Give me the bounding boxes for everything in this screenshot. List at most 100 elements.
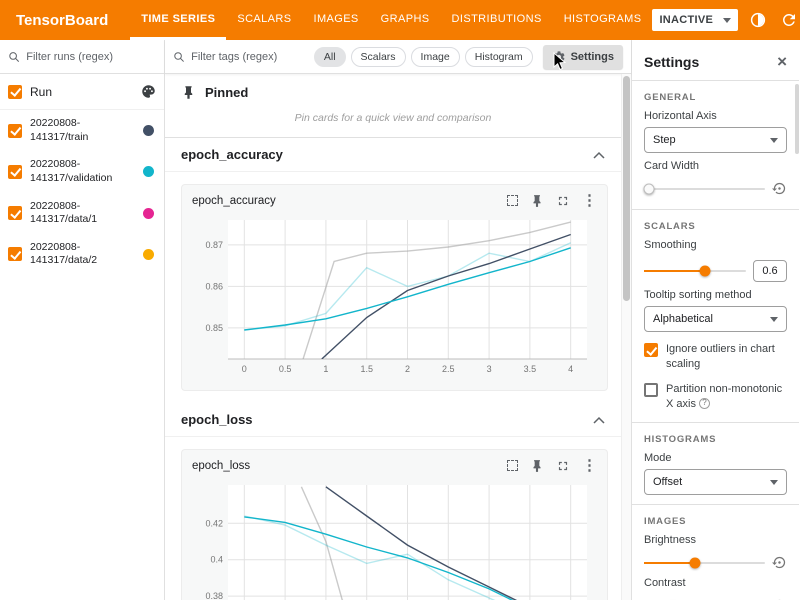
tags-filter — [173, 50, 308, 64]
section-epoch-loss[interactable]: epoch_loss — [165, 403, 621, 437]
run-label: 20220808-141317/train — [30, 117, 135, 144]
settings-button-label: Settings — [571, 51, 614, 63]
run-checkbox[interactable] — [8, 165, 22, 179]
tooltip-sorting-label: Tooltip sorting method — [644, 289, 787, 301]
tab-time-series[interactable]: TIME SERIES — [130, 0, 226, 40]
runs-header-label: Run — [30, 85, 133, 99]
tags-filter-input[interactable] — [191, 51, 308, 63]
settings-histograms-section: HISTOGRAMS Mode Offset — [632, 422, 799, 504]
histograms-heading: HISTOGRAMS — [644, 434, 787, 445]
search-icon — [173, 50, 185, 64]
ignore-outliers-option[interactable]: Ignore outliers in chart scaling — [644, 342, 787, 372]
top-nav: TIME SERIES SCALARS IMAGES GRAPHS DISTRI… — [130, 0, 652, 40]
runs-list-header: Run — [0, 74, 164, 110]
smoothing-value-input[interactable]: 0.6 — [753, 260, 787, 282]
settings-scrollbar-thumb[interactable] — [795, 84, 799, 154]
chevron-up-icon[interactable] — [593, 416, 605, 424]
main-content: All Scalars Image Histogram Settings Pin… — [165, 40, 632, 600]
run-row-data2[interactable]: 20220808-141317/data/2 — [0, 234, 164, 275]
selection-box-icon[interactable] — [507, 195, 518, 206]
run-row-data1[interactable]: 20220808-141317/data/1 — [0, 193, 164, 234]
contrast-label: Contrast — [644, 577, 787, 589]
run-color-dot — [143, 249, 154, 260]
tab-images[interactable]: IMAGES — [302, 0, 369, 40]
more-options-icon[interactable]: ⋮ — [582, 193, 597, 208]
help-icon[interactable]: ? — [699, 398, 710, 409]
run-checkbox[interactable] — [8, 124, 22, 138]
palette-icon[interactable] — [141, 84, 156, 99]
chip-scalars[interactable]: Scalars — [351, 47, 406, 67]
pin-icon — [181, 85, 196, 100]
section-title: epoch_loss — [181, 412, 253, 427]
tab-scalars[interactable]: SCALARS — [226, 0, 302, 40]
theme-toggle-icon[interactable] — [747, 9, 769, 31]
partition-x-axis-checkbox[interactable] — [644, 383, 658, 397]
svg-text:1.5: 1.5 — [360, 364, 373, 374]
horizontal-axis-select[interactable]: Step — [644, 127, 787, 153]
reset-icon[interactable] — [772, 181, 787, 196]
svg-text:2: 2 — [405, 364, 410, 374]
chevron-down-icon — [770, 317, 778, 322]
runs-filter-input[interactable] — [26, 51, 156, 63]
tags-toolbar: All Scalars Image Histogram Settings — [165, 40, 631, 74]
select-all-runs-checkbox[interactable] — [8, 85, 22, 99]
tab-distributions[interactable]: DISTRIBUTIONS — [441, 0, 553, 40]
chip-histogram[interactable]: Histogram — [465, 47, 533, 67]
chevron-up-icon[interactable] — [593, 151, 605, 159]
card-width-slider[interactable] — [644, 188, 765, 190]
main-scrollbar[interactable] — [621, 74, 631, 600]
svg-text:0.42: 0.42 — [205, 518, 223, 528]
run-row-train[interactable]: 20220808-141317/train — [0, 110, 164, 151]
slider-thumb[interactable] — [689, 557, 700, 568]
pinned-section-header: Pinned — [165, 74, 621, 108]
run-checkbox[interactable] — [8, 206, 22, 220]
fullscreen-icon[interactable] — [556, 459, 570, 473]
reset-icon[interactable] — [772, 555, 787, 570]
tag-filter-chips: All Scalars Image Histogram — [314, 47, 533, 67]
histogram-mode-select[interactable]: Offset — [644, 469, 787, 495]
reload-status-select[interactable]: INACTIVE — [652, 9, 738, 31]
chevron-down-icon — [723, 18, 731, 23]
chip-image[interactable]: Image — [411, 47, 460, 67]
chevron-down-icon — [770, 138, 778, 143]
more-options-icon[interactable]: ⋮ — [582, 458, 597, 473]
run-color-dot — [143, 208, 154, 219]
partition-x-axis-option[interactable]: Partition non-monotonic X axis? — [644, 382, 787, 412]
settings-button[interactable]: Settings — [543, 45, 623, 69]
card-title: epoch_loss — [192, 460, 250, 472]
section-epoch-accuracy[interactable]: epoch_accuracy — [165, 138, 621, 172]
histogram-mode-value: Offset — [653, 476, 682, 488]
svg-text:0: 0 — [242, 364, 247, 374]
run-checkbox[interactable] — [8, 247, 22, 261]
ignore-outliers-checkbox[interactable] — [644, 343, 658, 357]
tab-histograms[interactable]: HISTOGRAMS — [553, 0, 653, 40]
smoothing-slider[interactable] — [644, 270, 746, 272]
settings-panel: Settings × GENERAL Horizontal Axis Step … — [632, 40, 799, 600]
selection-box-icon[interactable] — [507, 460, 518, 471]
chip-all[interactable]: All — [314, 47, 346, 67]
fullscreen-icon[interactable] — [556, 194, 570, 208]
close-icon[interactable]: × — [777, 53, 787, 70]
slider-thumb[interactable] — [643, 183, 654, 194]
tooltip-sorting-select[interactable]: Alphabetical — [644, 306, 787, 332]
pin-icon[interactable] — [530, 459, 544, 473]
brightness-slider[interactable] — [644, 562, 765, 564]
scrollbar-thumb[interactable] — [623, 76, 630, 301]
slider-thumb[interactable] — [700, 266, 711, 277]
images-heading: IMAGES — [644, 516, 787, 527]
settings-images-section: IMAGES Brightness Contrast Show actual i… — [632, 504, 799, 600]
topbar-actions: INACTIVE ? — [652, 9, 800, 31]
run-row-validation[interactable]: 20220808-141317/validation — [0, 151, 164, 192]
refresh-icon[interactable] — [778, 9, 800, 31]
chevron-down-icon — [770, 480, 778, 485]
epoch-accuracy-chart: 00.511.522.533.540.850.860.87 — [192, 212, 597, 377]
svg-text:0.5: 0.5 — [279, 364, 292, 374]
run-label: 20220808-141317/data/2 — [30, 241, 135, 268]
tab-graphs[interactable]: GRAPHS — [370, 0, 441, 40]
app-title: TensorBoard — [16, 12, 108, 29]
brightness-label: Brightness — [644, 534, 787, 546]
run-color-dot — [143, 125, 154, 136]
settings-general-section: GENERAL Horizontal Axis Step Card Width — [632, 80, 799, 209]
pin-icon[interactable] — [530, 194, 544, 208]
svg-text:0.85: 0.85 — [205, 323, 223, 333]
